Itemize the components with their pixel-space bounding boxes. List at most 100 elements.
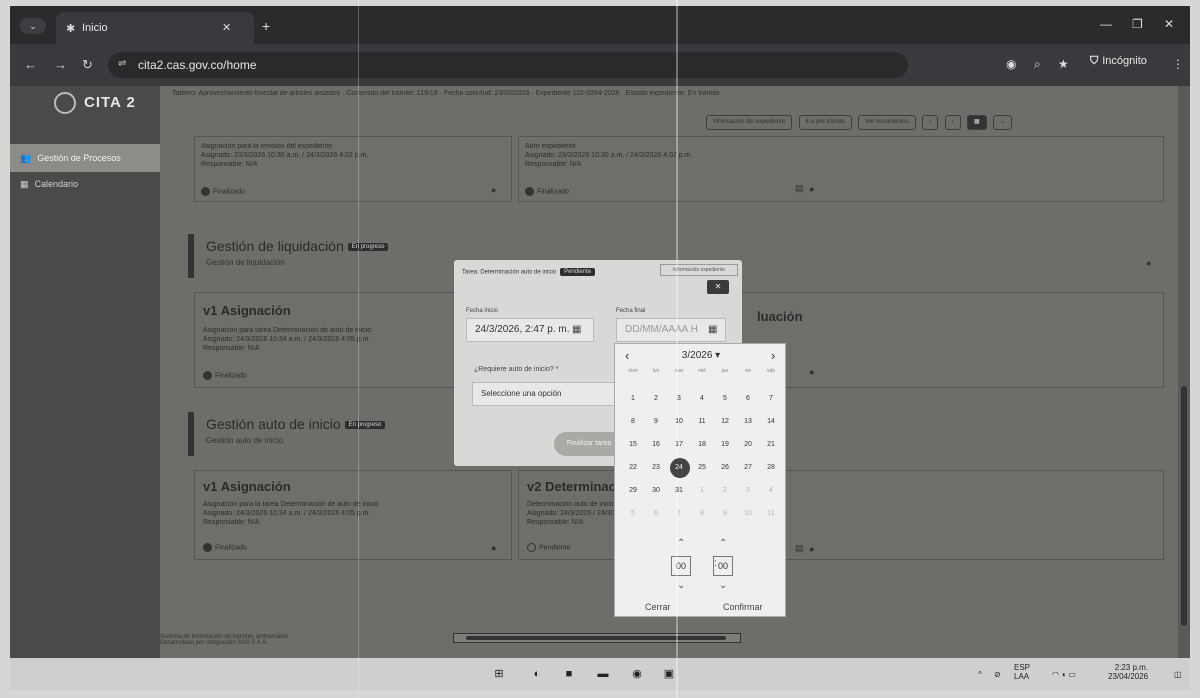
calendar-day[interactable]: 4 <box>761 482 781 500</box>
calendar-day[interactable]: 9 <box>715 505 735 523</box>
store-icon[interactable]: ■ <box>560 665 578 683</box>
wifi-icon[interactable]: ◠ ◖ ▭ <box>1052 670 1076 679</box>
calendar-day[interactable]: 31 <box>669 482 689 500</box>
calendar-day[interactable]: 6 <box>738 390 758 408</box>
document-icon[interactable]: ▤ <box>795 183 804 194</box>
horizontal-scrollbar[interactable] <box>453 633 741 643</box>
calendar-day[interactable]: 24 <box>669 458 690 478</box>
task-card[interactable]: v1 Asignación Asignación para la tarea D… <box>194 470 512 560</box>
calendar-day[interactable]: 1 <box>692 482 712 500</box>
restore-icon[interactable]: ❐ <box>1132 17 1143 31</box>
auto-inicio-select[interactable]: Seleccione una opción <box>472 382 616 406</box>
reload-icon[interactable]: ↻ <box>82 57 93 73</box>
file-explorer-icon[interactable]: ▬ <box>594 665 612 683</box>
calendar-day[interactable]: 6 <box>646 505 666 523</box>
scrollbar-thumb[interactable] <box>1181 386 1187 626</box>
toolbar-next-icon[interactable]: › <box>944 115 961 130</box>
toolbar-grid-icon[interactable]: ▦ <box>967 115 987 130</box>
minimize-icon[interactable]: — <box>1100 17 1112 31</box>
calendar-day[interactable]: 2 <box>715 482 735 500</box>
calendar-day[interactable]: 3 <box>669 390 689 408</box>
tab-close-icon[interactable]: ✕ <box>222 21 231 34</box>
toolbar-prev-icon[interactable]: ‹ <box>922 115 939 130</box>
sidebar-item-gestion-procesos[interactable]: 👥 Gestión de Procesos <box>10 144 160 172</box>
vertical-scrollbar[interactable] <box>1178 86 1190 658</box>
clock[interactable]: 2:23 p.m. 23/04/2026 <box>1108 663 1148 681</box>
notification-icon[interactable]: ◫ <box>1174 670 1182 679</box>
menu-kebab-icon[interactable]: ⋮ <box>1172 57 1184 71</box>
calendar-day[interactable]: 3 <box>738 482 758 500</box>
info-icon[interactable]: ● <box>809 544 814 554</box>
modal-info-button[interactable]: Información expediente <box>660 264 738 276</box>
calendar-day[interactable]: 5 <box>715 390 735 408</box>
document-icon[interactable]: ▤ <box>795 543 804 554</box>
calendar-day[interactable]: 21 <box>761 436 781 454</box>
calendar-day[interactable]: 17 <box>669 436 689 454</box>
calendar-day[interactable]: 11 <box>692 413 712 431</box>
tray-expand-icon[interactable]: ^ <box>978 670 982 679</box>
calendar-day[interactable]: 30 <box>646 482 666 500</box>
section-info-icon[interactable]: ● <box>1146 258 1151 268</box>
calendar-day[interactable]: 28 <box>761 459 781 477</box>
new-tab-icon[interactable]: + <box>262 18 270 34</box>
calendar-day[interactable]: 2 <box>646 390 666 408</box>
task-card[interactable]: Abrir expediente Asignado: 23/3/2026 10:… <box>518 136 1164 202</box>
calendar-day[interactable]: 22 <box>623 459 643 477</box>
calendar-day[interactable]: 4 <box>692 390 712 408</box>
close-window-icon[interactable]: ✕ <box>1164 17 1174 31</box>
calendar-day[interactable]: 11 <box>761 505 781 523</box>
calendar-day[interactable]: 26 <box>715 459 735 477</box>
toolbar-button-pretramite[interactable]: Ir a pre-trámite <box>798 115 852 130</box>
calendar-day[interactable]: 27 <box>738 459 758 477</box>
calendar-icon[interactable]: ▦ <box>708 324 717 335</box>
info-icon[interactable]: ● <box>809 367 814 377</box>
calendar-day[interactable]: 10 <box>738 505 758 523</box>
calendar-icon[interactable]: ▦ <box>572 324 581 335</box>
calendar-day[interactable]: 13 <box>738 413 758 431</box>
incognito-button[interactable]: ⛉ Incógnito <box>1090 55 1147 68</box>
chrome-icon[interactable]: ◉ <box>628 665 646 683</box>
edge-icon[interactable]: ◐ <box>528 665 546 683</box>
calendar-day[interactable]: 15 <box>623 436 643 454</box>
forward-icon[interactable]: → <box>54 57 67 72</box>
url-bar[interactable]: ⇌ cita2.cas.gov.co/home <box>108 52 908 78</box>
incognito-eye-icon[interactable]: ◉ <box>1006 57 1016 71</box>
calendar-day[interactable]: 9 <box>646 413 666 431</box>
tab-menu-icon[interactable]: ⌄ <box>20 18 46 34</box>
app-logo[interactable]: CITA 2 <box>54 92 136 114</box>
calendar-day[interactable]: 1 <box>623 390 643 408</box>
scrollbar-thumb[interactable] <box>466 636 726 640</box>
info-icon[interactable]: ● <box>491 185 496 195</box>
calendar-day[interactable]: 23 <box>646 459 666 477</box>
sidebar-item-calendario[interactable]: ▦ Calendario <box>10 170 160 198</box>
bookmark-star-icon[interactable]: ★ <box>1058 57 1069 71</box>
calendar-day[interactable]: 16 <box>646 436 666 454</box>
calendar-day[interactable]: 5 <box>623 505 643 523</box>
calendar-day[interactable]: 25 <box>692 459 712 477</box>
calendar-day[interactable]: 10 <box>669 413 689 431</box>
modal-close-button[interactable]: ✕ <box>707 280 729 294</box>
network-icon[interactable]: ⊘ <box>994 670 1001 679</box>
info-icon[interactable]: ● <box>491 543 496 553</box>
windows-start-icon[interactable]: ⊞ <box>490 665 508 683</box>
site-info-icon[interactable]: ⇌ <box>118 58 126 69</box>
calendar-day[interactable]: 8 <box>623 413 643 431</box>
browser-tab[interactable]: ✱ Inicio ✕ <box>56 12 254 44</box>
info-icon[interactable]: ● <box>809 184 814 194</box>
zoom-icon[interactable]: ⌕ <box>1034 57 1041 72</box>
calendar-day[interactable]: 8 <box>692 505 712 523</box>
calendar-day[interactable]: 12 <box>715 413 735 431</box>
calendar-day[interactable]: 20 <box>738 436 758 454</box>
task-card[interactable]: Asignación para la revisión del expedien… <box>194 136 512 202</box>
calendar-day[interactable]: 18 <box>692 436 712 454</box>
toolbar-expand-icon[interactable]: ⌄ <box>993 115 1013 130</box>
calendar-day[interactable]: 7 <box>669 505 689 523</box>
back-icon[interactable]: ← <box>24 57 37 72</box>
toolbar-button-docs[interactable]: Ver documentos <box>858 115 916 130</box>
calendar-day[interactable]: 29 <box>623 482 643 500</box>
calendar-day[interactable]: 19 <box>715 436 735 454</box>
calendar-day[interactable]: 7 <box>761 390 781 408</box>
language-indicator[interactable]: ESP LAA <box>1014 663 1030 681</box>
calendar-day[interactable]: 14 <box>761 413 781 431</box>
toolbar-button-info[interactable]: Información del expediente <box>706 115 793 130</box>
